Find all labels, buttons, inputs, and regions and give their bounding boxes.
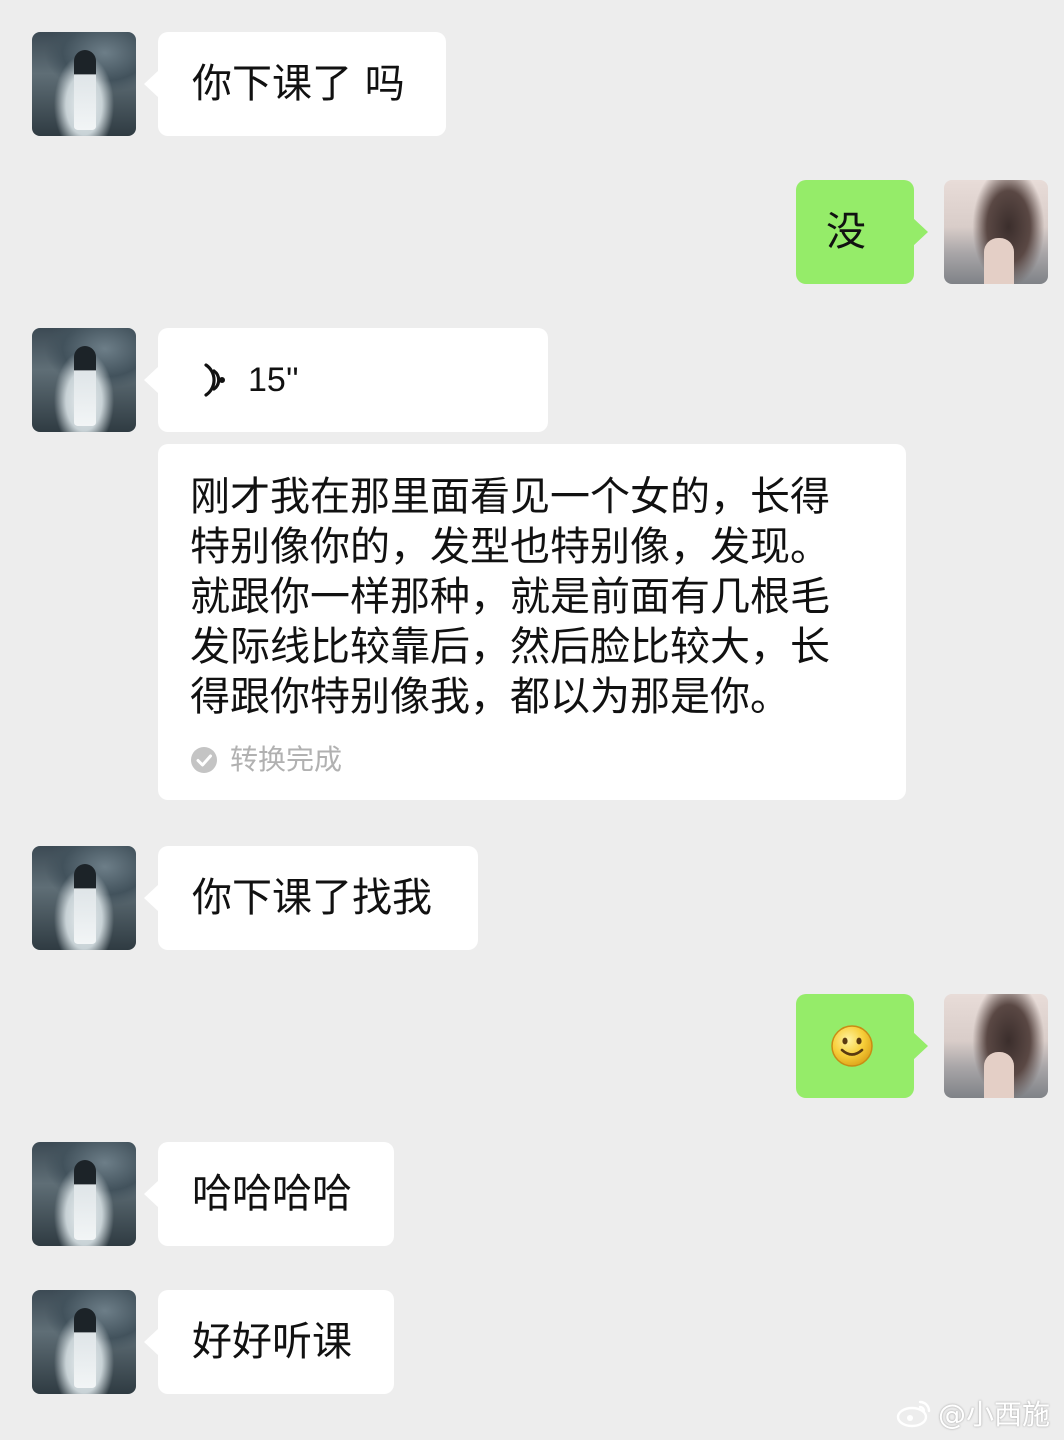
message-bubble-incoming[interactable]: 你下课了 吗: [144, 32, 446, 136]
message-bubble-incoming[interactable]: 好好听课: [144, 1290, 394, 1394]
transcription-status-text: 转换完成: [230, 743, 343, 776]
voice-icon: [204, 363, 225, 397]
transcription-status: 转换完成: [190, 742, 342, 778]
smiley-face-icon: [831, 1025, 873, 1067]
voice-transcript-bubble[interactable]: 刚才我在那里面看见一个女的，长得 特别像你的，发型也特别像，发现。 就跟你一样那…: [158, 444, 906, 800]
weibo-icon: [896, 1400, 931, 1428]
emoji-message-bubble[interactable]: [796, 994, 928, 1098]
contact-avatar[interactable]: [32, 328, 136, 432]
contact-avatar[interactable]: [32, 846, 136, 950]
message-text: 你下课了找我: [192, 875, 432, 921]
voice-message-bubble[interactable]: 15'': [144, 328, 548, 432]
message-bubble-outgoing[interactable]: 没: [796, 180, 928, 284]
watermark-text: @小西施: [937, 1398, 1050, 1431]
message-text: 没: [826, 209, 866, 255]
message-bubble-incoming[interactable]: 你下课了找我: [144, 846, 478, 950]
self-avatar[interactable]: [944, 180, 1048, 284]
check-circle-icon: [191, 747, 217, 773]
watermark: @小西施: [896, 1396, 1050, 1431]
voice-transcript-text: 刚才我在那里面看见一个女的，长得 特别像你的，发型也特别像，发现。 就跟你一样那…: [190, 474, 830, 720]
message-bubble-incoming[interactable]: 哈哈哈哈: [144, 1142, 394, 1246]
voice-duration: 15'': [248, 361, 299, 399]
message-text: 好好听课: [192, 1319, 352, 1365]
contact-avatar[interactable]: [32, 32, 136, 136]
self-avatar[interactable]: [944, 994, 1048, 1098]
contact-avatar[interactable]: [32, 1290, 136, 1394]
message-text: 你下课了 吗: [192, 61, 405, 107]
contact-avatar[interactable]: [32, 1142, 136, 1246]
message-text: 哈哈哈哈: [192, 1171, 352, 1217]
